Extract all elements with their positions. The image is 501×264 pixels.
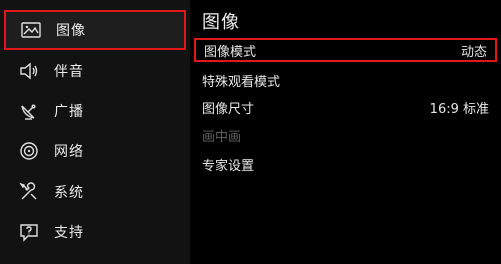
row-label: 图像尺寸 [202,101,255,117]
sidebar-item-label: 伴音 [54,64,84,80]
sidebar-item-label: 系统 [54,185,84,201]
sidebar-item-network[interactable]: 网络 [4,131,186,171]
row-value: 动态 [460,44,487,60]
special-viewing-mode-row[interactable]: 特殊观看模式 [194,68,497,92]
sidebar-item-label: 支持 [54,225,84,241]
help-icon [18,221,40,243]
page-title: 图像 [202,12,240,33]
sidebar: 图像 伴音 广播 网络 系统 支持 [0,0,190,264]
sidebar-item-label: 广播 [54,104,84,120]
picture-settings-panel: 图像 图像模式 动态 特殊观看模式 图像尺寸 16:9 标准 画中画 专家设置 [190,0,501,264]
row-label: 专家设置 [202,158,255,174]
picture-icon [20,19,42,41]
tools-icon [18,181,40,203]
sidebar-item-support[interactable]: 支持 [4,212,186,252]
row-label: 特殊观看模式 [202,74,281,90]
row-label: 画中画 [202,129,242,145]
picture-in-picture-row: 画中画 [194,123,497,147]
row-value: 16:9 标准 [429,101,489,117]
network-icon [18,140,40,162]
row-label: 图像模式 [204,44,257,60]
sidebar-item-picture[interactable]: 图像 [4,10,186,50]
sidebar-item-sound[interactable]: 伴音 [4,51,186,91]
picture-size-row[interactable]: 图像尺寸 16:9 标准 [194,95,497,119]
sidebar-item-system[interactable]: 系统 [4,172,186,212]
sidebar-item-broadcast[interactable]: 广播 [4,91,186,131]
speaker-icon [18,60,40,82]
satellite-dish-icon [18,100,40,122]
sidebar-item-label: 图像 [56,23,86,39]
sidebar-item-label: 网络 [54,144,84,160]
expert-settings-row[interactable]: 专家设置 [194,152,497,176]
picture-mode-row[interactable]: 图像模式 动态 [194,38,497,62]
